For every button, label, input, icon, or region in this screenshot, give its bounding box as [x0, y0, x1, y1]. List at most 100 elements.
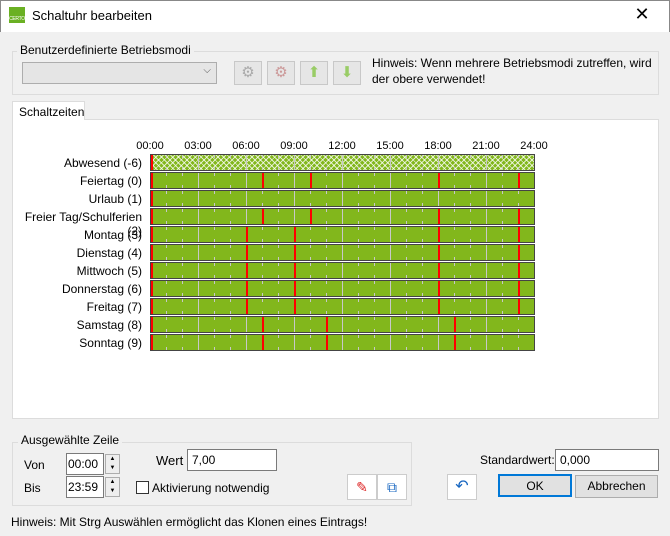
switch-point-marker[interactable] — [262, 317, 264, 332]
bis-spinner[interactable]: ▲ ▼ — [105, 477, 120, 497]
switch-point-marker[interactable] — [518, 263, 520, 278]
switch-point-marker[interactable] — [326, 317, 328, 332]
hour-tick — [406, 281, 407, 284]
schedule-bar[interactable] — [150, 154, 535, 171]
switch-point-marker[interactable] — [294, 227, 296, 242]
switch-point-marker[interactable] — [294, 245, 296, 260]
switch-point-marker[interactable] — [246, 245, 248, 260]
switch-point-marker[interactable] — [246, 227, 248, 242]
cancel-button[interactable]: Abbrechen — [575, 475, 658, 498]
switch-point-marker[interactable] — [151, 173, 153, 188]
schedule-bar[interactable] — [150, 226, 535, 243]
schedule-bar[interactable] — [150, 334, 535, 351]
hour-tick — [214, 281, 215, 284]
hour-tick — [422, 167, 423, 170]
activation-checkbox[interactable] — [136, 481, 149, 494]
switch-point-marker[interactable] — [438, 227, 440, 242]
schedule-bar[interactable] — [150, 190, 535, 207]
switch-point-marker[interactable] — [151, 299, 153, 314]
schedule-bar[interactable] — [150, 172, 535, 189]
hour-tick — [326, 203, 327, 206]
switch-point-marker[interactable] — [310, 209, 312, 224]
switch-point-marker[interactable] — [518, 299, 520, 314]
switch-point-marker[interactable] — [326, 335, 328, 350]
add-mode-button[interactable]: ⚙ — [234, 61, 262, 85]
hour-label: 15:00 — [376, 140, 404, 152]
undo-button[interactable]: ↶ — [447, 474, 477, 500]
switch-point-marker[interactable] — [438, 173, 440, 188]
hour-tick — [310, 317, 311, 320]
hour-tick — [374, 167, 375, 170]
switch-point-marker[interactable] — [151, 317, 153, 332]
switch-point-marker[interactable] — [518, 281, 520, 296]
switch-point-marker[interactable] — [151, 209, 153, 224]
hour-tick — [326, 257, 327, 260]
switch-point-marker[interactable] — [151, 155, 153, 170]
hour-tick — [470, 167, 471, 170]
switch-point-marker[interactable] — [518, 227, 520, 242]
hour-tick — [454, 221, 455, 224]
switch-point-marker[interactable] — [262, 173, 264, 188]
hour-tick — [486, 209, 487, 224]
ok-button[interactable]: OK — [498, 474, 572, 497]
hour-tick — [182, 209, 183, 212]
schedule-bar[interactable] — [150, 280, 535, 297]
switch-point-marker[interactable] — [246, 263, 248, 278]
hour-tick — [358, 293, 359, 296]
hour-tick — [278, 347, 279, 350]
hour-tick — [422, 281, 423, 284]
switch-point-marker[interactable] — [518, 209, 520, 224]
switch-point-marker[interactable] — [294, 263, 296, 278]
delete-mode-button[interactable]: ⚙ — [267, 61, 295, 85]
switch-point-marker[interactable] — [151, 263, 153, 278]
switch-point-marker[interactable] — [454, 335, 456, 350]
switch-point-marker[interactable] — [454, 317, 456, 332]
switch-point-marker[interactable] — [438, 299, 440, 314]
schedule-bar[interactable] — [150, 208, 535, 225]
switch-point-marker[interactable] — [518, 173, 520, 188]
switch-point-marker[interactable] — [438, 245, 440, 260]
select-all-button[interactable]: ⧉ — [377, 474, 407, 500]
close-icon[interactable]: ✕ — [630, 4, 654, 25]
schedule-bar[interactable] — [150, 298, 535, 315]
switch-point-marker[interactable] — [151, 281, 153, 296]
move-down-button[interactable]: ⬇ — [333, 61, 361, 85]
switch-point-marker[interactable] — [151, 227, 153, 242]
switch-point-marker[interactable] — [262, 209, 264, 224]
switch-point-marker[interactable] — [151, 245, 153, 260]
wert-input[interactable]: 7,00 — [187, 449, 277, 471]
bis-input[interactable]: 23:59 — [66, 476, 104, 498]
hour-tick — [486, 245, 487, 260]
switch-point-marker[interactable] — [438, 209, 440, 224]
hour-tick — [454, 185, 455, 188]
switch-point-marker[interactable] — [438, 281, 440, 296]
arrow-down-icon: ⬇ — [340, 64, 354, 81]
hour-label: 03:00 — [184, 140, 212, 152]
von-spinner[interactable]: ▲ ▼ — [105, 454, 120, 474]
switch-point-marker[interactable] — [294, 281, 296, 296]
erase-button[interactable]: ✎ — [347, 474, 377, 500]
switch-point-marker[interactable] — [246, 281, 248, 296]
modes-combo[interactable]: ⌵ — [22, 62, 217, 84]
standard-input[interactable]: 0,000 — [555, 449, 659, 471]
schedule-bar[interactable] — [150, 262, 535, 279]
window-title: Schaltuhr bearbeiten — [32, 8, 152, 23]
switch-point-marker[interactable] — [246, 299, 248, 314]
schedule-bar[interactable] — [150, 316, 535, 333]
switch-point-marker[interactable] — [294, 299, 296, 314]
switch-point-marker[interactable] — [262, 335, 264, 350]
von-input[interactable]: 00:00 — [66, 453, 104, 475]
hour-tick — [262, 191, 263, 194]
hour-tick — [422, 209, 423, 212]
move-up-button[interactable]: ⬆ — [300, 61, 328, 85]
switch-point-marker[interactable] — [518, 245, 520, 260]
tab-schaltzeiten[interactable]: Schaltzeiten — [12, 101, 85, 120]
hour-tick — [422, 311, 423, 314]
switch-point-marker[interactable] — [438, 263, 440, 278]
switch-point-marker[interactable] — [151, 191, 153, 206]
hour-tick — [230, 329, 231, 332]
hour-tick — [278, 245, 279, 248]
schedule-bar[interactable] — [150, 244, 535, 261]
switch-point-marker[interactable] — [151, 335, 153, 350]
switch-point-marker[interactable] — [310, 173, 312, 188]
